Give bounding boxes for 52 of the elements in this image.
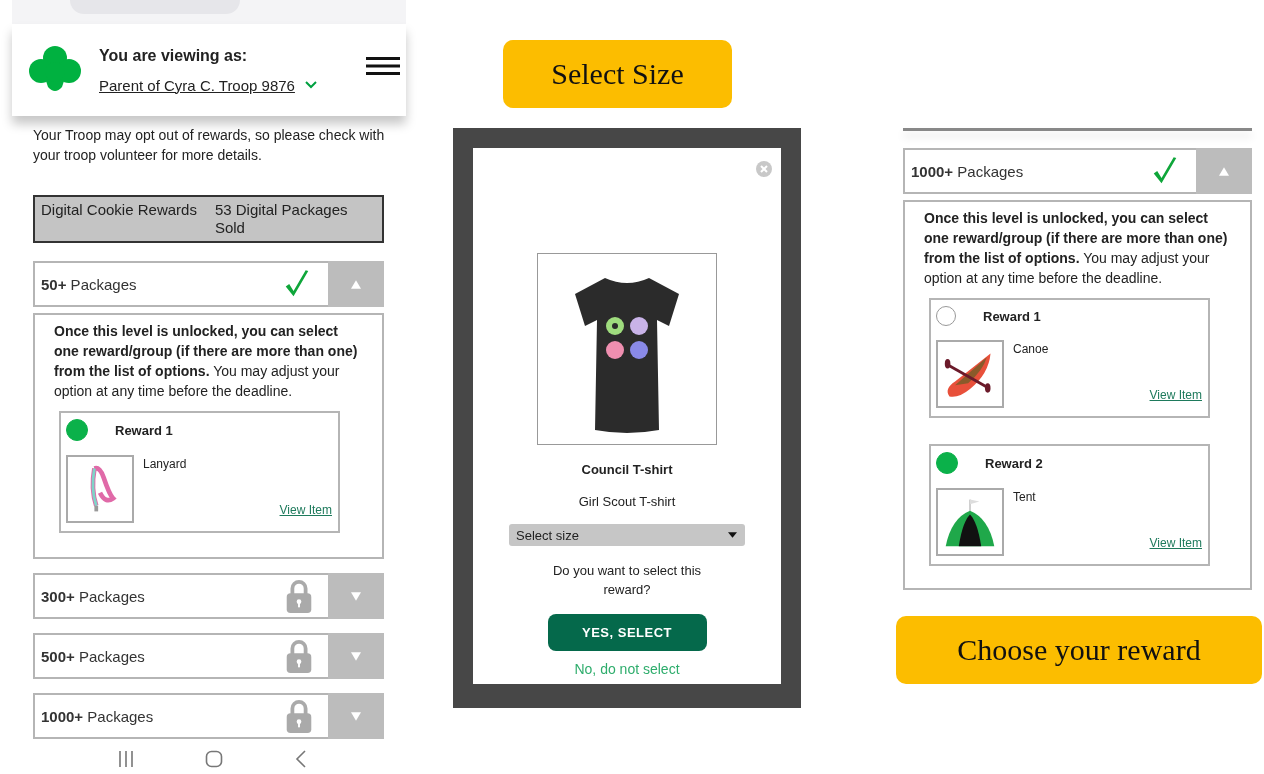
account-switcher-link[interactable]: Parent of Cyra C. Troop 9876 xyxy=(99,76,295,94)
chevron-down-icon[interactable] xyxy=(304,81,317,89)
expand-toggle-button[interactable] xyxy=(328,573,384,619)
step-caption: Choose your reward xyxy=(896,616,1262,684)
menu-icon[interactable] xyxy=(366,57,400,75)
reward-title: Reward 1 xyxy=(115,422,173,438)
dropdown-caret-icon xyxy=(728,532,737,538)
expand-toggle-button[interactable] xyxy=(328,633,384,679)
packages-sold-count: 53 Digital Packages Sold xyxy=(214,201,349,237)
collapsed-arrow-icon xyxy=(351,651,361,661)
level-title: 500+ Packages xyxy=(41,647,146,665)
expand-toggle-button[interactable] xyxy=(328,261,384,307)
reward-title: Reward 2 xyxy=(985,455,1043,471)
level-description: Once this level is unlocked, you can select one reward/group (if there are more than one) from the list of options. You may adjust your option at any time before the deadline. xyxy=(924,209,1229,288)
collapsed-arrow-icon xyxy=(351,591,361,601)
expanded-arrow-icon xyxy=(351,279,361,289)
view-item-link[interactable]: View Item xyxy=(279,503,332,517)
home-icon[interactable] xyxy=(205,750,223,768)
expand-toggle-button[interactable] xyxy=(328,693,384,739)
product-subtitle: Girl Scout T-shirt xyxy=(578,494,676,509)
collapsed-arrow-icon xyxy=(351,711,361,721)
size-dropdown[interactable]: Select size xyxy=(509,524,745,546)
level-title: 300+ Packages xyxy=(41,587,146,605)
reward-item-name: Tent xyxy=(1013,490,1036,504)
level-title: 50+ Packages xyxy=(41,275,138,293)
confirm-question: Do you want to select this reward? xyxy=(551,562,703,599)
reward-radio[interactable] xyxy=(66,419,88,441)
product-title: Council T-shirt xyxy=(581,462,673,477)
level-title: 1000+ Packages xyxy=(911,162,1025,180)
level-title: 1000+ Packages xyxy=(41,707,155,725)
level-description: Once this level is unlocked, you can select one reward/group (if there are more than one) from the list of options. You may adjust your option at any time before the deadline. xyxy=(54,322,359,401)
view-item-link[interactable]: View Item xyxy=(1149,388,1202,402)
view-item-link[interactable]: View Item xyxy=(1149,536,1202,550)
viewing-as-label: You are viewing as: xyxy=(99,46,249,65)
reward-item-name: Lanyard xyxy=(143,457,187,471)
close-icon[interactable] xyxy=(756,161,772,177)
confirm-button[interactable]: YES, SELECT xyxy=(547,614,707,651)
level-header[interactable]: 500+ Packages xyxy=(33,633,384,679)
expanded-arrow-icon xyxy=(1219,166,1229,176)
level-header[interactable]: 1000+ Packages xyxy=(903,148,1252,194)
intro-text: Your Troop may opt out of rewards, so please check with your troop volunteer for more details. xyxy=(33,126,386,165)
level-header[interactable]: 300+ Packages xyxy=(33,573,384,619)
reward-title: Reward 1 xyxy=(983,308,1041,324)
level-header[interactable]: 50+ Packages xyxy=(33,261,384,307)
expand-toggle-button[interactable] xyxy=(1196,148,1252,194)
step-caption: Select Size xyxy=(503,40,732,108)
reward-radio[interactable] xyxy=(936,306,956,326)
rewards-title: Digital Cookie Rewards xyxy=(41,201,197,220)
reward-radio[interactable] xyxy=(936,452,958,474)
reward-item-name: Canoe xyxy=(1013,342,1049,356)
recent-apps-icon[interactable] xyxy=(117,750,135,768)
level-header[interactable]: 1000+ Packages xyxy=(33,693,384,739)
